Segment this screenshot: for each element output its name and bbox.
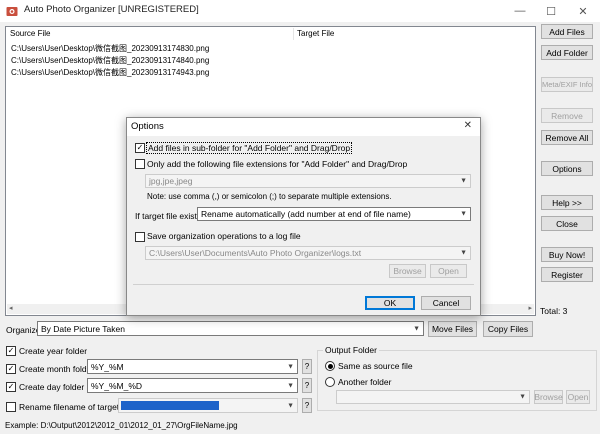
another-folder-radio[interactable] xyxy=(325,377,335,387)
column-target-file[interactable]: Target File xyxy=(297,29,334,38)
if-exists-select[interactable]: Rename automatically (add number at end … xyxy=(197,207,471,221)
check-icon: ✓ xyxy=(7,382,15,391)
dialog-title-bar: Options ✕ xyxy=(127,118,480,136)
title-bar: Auto Photo Organizer [UNREGISTERED] — ☐ … xyxy=(0,0,600,22)
create-year-checkbox[interactable]: ✓ xyxy=(6,346,16,356)
remove-button[interactable]: Remove xyxy=(541,108,593,123)
chevron-down-icon: ▼ xyxy=(287,382,294,389)
check-icon: ✓ xyxy=(7,346,15,355)
window-title: Auto Photo Organizer [UNREGISTERED] xyxy=(24,4,199,15)
selection-highlight xyxy=(121,401,219,410)
scroll-right-icon[interactable]: ▸ xyxy=(528,304,532,312)
check-icon: ✓ xyxy=(136,143,144,152)
save-log-checkbox[interactable] xyxy=(135,232,145,242)
list-item[interactable]: C:\Users\User\Desktop\微信截图_2023091317484… xyxy=(11,55,209,66)
rename-label: Rename filename of target file xyxy=(19,402,133,412)
example-text: Example: D:\Output\2012\2012_01\2012_01_… xyxy=(5,421,238,430)
output-open-button[interactable]: Open xyxy=(566,390,590,404)
log-path-select[interactable]: C:\Users\User\Documents\Auto Photo Organ… xyxy=(145,246,471,260)
list-item[interactable]: C:\Users\User\Desktop\微信截图_2023091317483… xyxy=(11,43,209,54)
output-folder-select[interactable]: ▼ xyxy=(336,390,530,404)
organize-select[interactable]: By Date Picture Taken ▼ xyxy=(37,321,424,336)
column-separator xyxy=(293,28,294,40)
rename-format-select[interactable]: ▼ xyxy=(118,398,298,413)
ok-button[interactable]: OK xyxy=(365,296,415,310)
check-icon: ✓ xyxy=(7,364,15,373)
add-subfolder-label: Add files in sub-folder for "Add Folder"… xyxy=(146,142,353,154)
options-dialog: Options ✕ ✓ Add files in sub-folder for … xyxy=(126,117,481,316)
chevron-down-icon: ▼ xyxy=(287,402,294,409)
close-button[interactable]: Close xyxy=(541,216,593,231)
dialog-title: Options xyxy=(131,121,164,132)
day-help-button[interactable]: ? xyxy=(302,378,312,393)
copy-files-button[interactable]: Copy Files xyxy=(483,321,533,337)
day-format-select[interactable]: %Y_%M_%D ▼ xyxy=(87,378,298,393)
if-exists-label: If target file exists xyxy=(135,211,202,221)
create-year-label: Create year folder xyxy=(19,346,88,356)
help-button[interactable]: Help >> xyxy=(541,195,593,210)
output-browse-button[interactable]: Browse xyxy=(534,390,563,404)
chevron-down-icon: ▼ xyxy=(287,363,294,370)
only-ext-label: Only add the following file extensions f… xyxy=(147,159,408,169)
total-count: Total: 3 xyxy=(540,306,568,316)
create-month-checkbox[interactable]: ✓ xyxy=(6,364,16,374)
another-folder-label: Another folder xyxy=(338,377,392,387)
scroll-left-icon[interactable]: ◂ xyxy=(9,304,13,312)
month-format-select[interactable]: %Y_%M ▼ xyxy=(87,359,298,374)
cancel-button[interactable]: Cancel xyxy=(421,296,471,310)
options-button[interactable]: Options xyxy=(541,161,593,176)
extensions-select[interactable]: jpg,jpe,jpeg ▼ xyxy=(145,174,471,188)
log-open-button[interactable]: Open xyxy=(430,264,467,278)
buy-now-button[interactable]: Buy Now! xyxy=(541,247,593,262)
add-subfolder-checkbox[interactable]: ✓ xyxy=(135,143,145,153)
chevron-down-icon: ▼ xyxy=(519,393,526,401)
remove-all-button[interactable]: Remove All xyxy=(541,130,593,145)
add-files-button[interactable]: Add Files xyxy=(541,24,593,39)
organize-label: Organize xyxy=(6,325,41,335)
extensions-note: Note: use comma (,) or semicolon (;) to … xyxy=(147,192,392,201)
rename-help-button[interactable]: ? xyxy=(302,398,312,413)
chevron-down-icon: ▼ xyxy=(460,177,467,185)
chevron-down-icon: ▼ xyxy=(413,325,420,332)
same-as-source-radio[interactable] xyxy=(325,361,335,371)
maximize-icon[interactable]: ☐ xyxy=(536,0,566,22)
only-ext-checkbox[interactable] xyxy=(135,159,145,169)
same-as-source-label: Same as source file xyxy=(338,361,413,371)
list-item[interactable]: C:\Users\User\Desktop\微信截图_2023091317494… xyxy=(11,67,209,78)
chevron-down-icon: ▼ xyxy=(460,249,467,257)
rename-checkbox[interactable] xyxy=(6,402,16,412)
chevron-down-icon: ▼ xyxy=(460,210,467,218)
app-icon xyxy=(6,7,18,16)
move-files-button[interactable]: Move Files xyxy=(428,321,477,337)
minimize-icon[interactable]: — xyxy=(505,0,535,22)
create-day-checkbox[interactable]: ✓ xyxy=(6,382,16,392)
create-day-label: Create day folder xyxy=(19,382,85,392)
register-button[interactable]: Register xyxy=(541,267,593,282)
meta-exif-button[interactable]: Meta/EXIF Info xyxy=(541,77,593,92)
dialog-close-icon[interactable]: ✕ xyxy=(464,120,472,131)
add-folder-button[interactable]: Add Folder xyxy=(541,45,593,60)
save-log-label: Save organization operations to a log fi… xyxy=(147,231,301,241)
month-help-button[interactable]: ? xyxy=(302,359,312,374)
create-month-label: Create month folder xyxy=(19,364,95,374)
output-folder-label: Output Folder xyxy=(323,345,379,355)
dialog-divider xyxy=(133,284,474,285)
close-icon[interactable]: ✕ xyxy=(568,0,598,22)
log-browse-button[interactable]: Browse xyxy=(389,264,426,278)
column-source-file[interactable]: Source File xyxy=(10,29,50,38)
